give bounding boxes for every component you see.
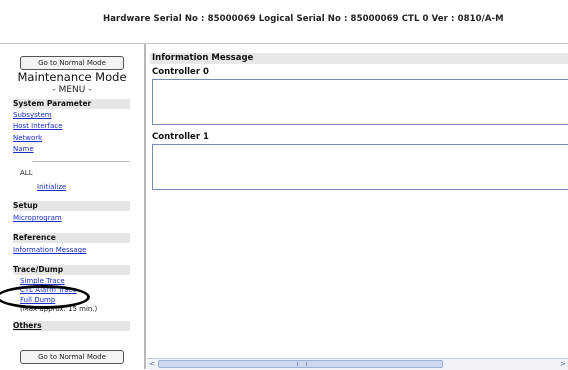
full-dump-note: (Max approx. 15 min.): [20, 305, 98, 313]
controller-0-message-box: [152, 79, 568, 125]
information-message-heading: Information Message: [150, 53, 568, 64]
section-system-parameter: System Parameter: [13, 99, 130, 109]
link-ctl-alarm-trace[interactable]: CTL Alarm Trace: [20, 286, 77, 294]
link-simple-trace[interactable]: Simple Trace: [20, 277, 65, 285]
link-network[interactable]: Network: [13, 134, 42, 142]
menu-subtitle: - MENU -: [52, 85, 92, 95]
all-label: ALL: [20, 169, 33, 177]
section-setup: Setup: [13, 201, 130, 211]
controller-1-label: Controller 1: [152, 132, 209, 142]
link-host-interface[interactable]: Host Interface: [13, 122, 63, 130]
link-information-message[interactable]: Information Message: [13, 246, 86, 254]
go-to-normal-mode-button-bottom[interactable]: Go to Normal Mode: [20, 350, 124, 364]
scroll-right-arrow-icon[interactable]: >: [560, 360, 566, 368]
link-full-dump[interactable]: Full Dump: [20, 296, 55, 304]
link-subsystem[interactable]: Subsystem: [13, 111, 52, 119]
section-reference: Reference: [13, 233, 130, 243]
header-bar: Hardware Serial No : 85000069 Logical Se…: [0, 0, 568, 44]
scroll-left-arrow-icon[interactable]: <: [149, 360, 155, 368]
go-to-normal-mode-button-top[interactable]: Go to Normal Mode: [20, 56, 124, 70]
section-others: Others: [13, 321, 130, 331]
scrollbar-thumb[interactable]: [158, 360, 443, 368]
horizontal-scrollbar[interactable]: < >: [147, 358, 568, 370]
menu-divider: [32, 161, 130, 162]
sidebar-menu: Go to Normal Mode Maintenance Mode - MEN…: [0, 44, 146, 369]
controller-1-message-box: [152, 144, 568, 190]
link-name[interactable]: Name: [13, 145, 34, 153]
controller-0-label: Controller 0: [152, 67, 209, 77]
serial-info: Hardware Serial No : 85000069 Logical Se…: [103, 14, 504, 24]
link-microprogram[interactable]: Microprogram: [13, 214, 62, 222]
link-initialize[interactable]: Initialize: [37, 183, 66, 191]
maintenance-mode-title: Maintenance Mode: [17, 70, 127, 84]
scrollbar-grip-icon: [297, 362, 307, 366]
main-panel: Information Message Controller 0 Control…: [147, 44, 568, 370]
section-trace-dump: Trace/Dump: [13, 265, 130, 275]
